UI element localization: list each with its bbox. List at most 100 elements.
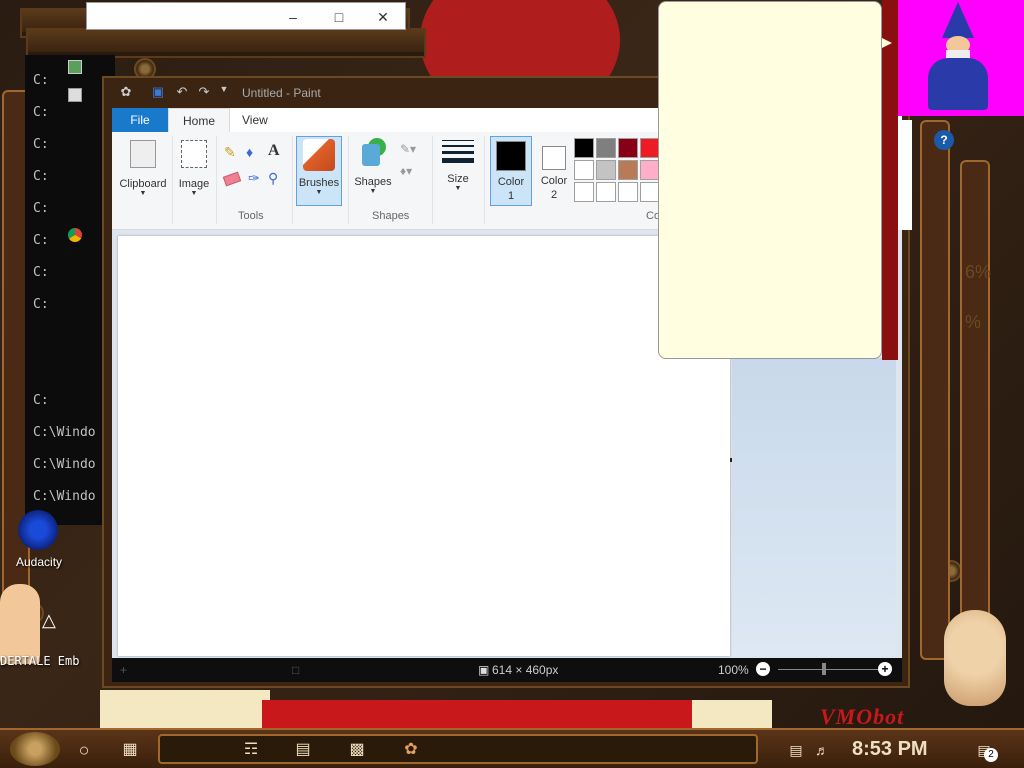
chevron-down-icon: ▼ xyxy=(454,185,462,192)
size-button[interactable]: Size ▼ xyxy=(438,136,478,206)
volume-muted-icon[interactable]: ♬ xyxy=(812,736,832,764)
maximize-icon[interactable]: □ xyxy=(331,9,347,25)
ribbon-separator xyxy=(348,136,349,224)
audacity-icon[interactable] xyxy=(18,510,58,550)
palette-color-swatch[interactable] xyxy=(596,138,616,158)
decorative-rail xyxy=(920,120,950,660)
decorative-rail xyxy=(960,160,990,660)
background-window-panel xyxy=(732,358,896,656)
chevron-down-icon[interactable]: ▼ xyxy=(216,84,232,100)
tab-home[interactable]: Home xyxy=(168,108,231,132)
taskbar-clock[interactable]: 8:53 PM xyxy=(852,738,928,761)
palette-color-swatch[interactable] xyxy=(574,182,594,202)
image-button[interactable]: Image ▼ xyxy=(174,136,214,206)
tools-group-label: Tools xyxy=(238,210,264,222)
fill-shape-icon[interactable]: ♦▾ xyxy=(400,164,412,178)
clipboard-button[interactable]: Clipboard ▼ xyxy=(116,136,170,206)
hamster-image xyxy=(944,610,1006,706)
picture-icon[interactable]: ▩ xyxy=(344,736,370,764)
cmd-line: C: xyxy=(33,137,49,152)
size-icon xyxy=(442,140,474,163)
outline-icon[interactable]: ✎▾ xyxy=(400,142,416,156)
ribbon-separator xyxy=(292,136,293,224)
palette-color-swatch[interactable] xyxy=(640,138,660,158)
shapes-button[interactable]: Shapes ▼ xyxy=(350,136,396,206)
palette-color-swatch[interactable] xyxy=(640,182,660,202)
palette-color-swatch[interactable] xyxy=(596,160,616,180)
wizard-hat xyxy=(942,2,974,38)
chevron-down-icon: ▼ xyxy=(139,190,147,197)
palette-color-swatch[interactable] xyxy=(596,182,616,202)
undo-icon[interactable]: ↶ xyxy=(174,84,190,100)
palette-color-swatch[interactable] xyxy=(640,160,660,180)
percent-text: % xyxy=(965,312,982,332)
palette-color-swatch[interactable] xyxy=(618,182,638,202)
text-icon[interactable]: A xyxy=(268,142,284,159)
assistant-speech-balloon xyxy=(658,1,882,359)
background-cream-shape xyxy=(100,690,270,728)
stacked-window[interactable] xyxy=(26,28,426,58)
size-label: Size xyxy=(447,173,469,185)
zoom-in-button[interactable]: + xyxy=(878,662,892,676)
cmd-line: C:\Windo xyxy=(33,425,96,440)
palette-color-swatch[interactable] xyxy=(618,138,638,158)
start-button[interactable] xyxy=(10,732,60,766)
color2-button[interactable]: Color 2 xyxy=(534,136,574,206)
save-icon[interactable]: ▣ xyxy=(150,84,166,100)
network-icon[interactable]: ▤ xyxy=(786,736,806,764)
paint-app-icon: ✿ xyxy=(120,84,132,99)
palette-color-swatch[interactable] xyxy=(574,160,594,180)
background-window-edge xyxy=(896,120,912,230)
color1-button[interactable]: Color 1 xyxy=(490,136,532,206)
background-window-titlebar[interactable]: – □ ✕ xyxy=(86,2,406,30)
minimize-icon[interactable]: – xyxy=(285,9,301,25)
background-red-strip xyxy=(882,0,898,360)
chevron-down-icon: ▼ xyxy=(315,189,323,196)
calculator-icon[interactable] xyxy=(68,88,82,102)
zoom-out-button[interactable]: − xyxy=(756,662,770,676)
cmd-line: C: xyxy=(33,105,49,120)
zoom-slider[interactable] xyxy=(778,669,878,670)
color-palette xyxy=(574,138,664,204)
shapes-icon xyxy=(358,138,388,168)
window-title: Untitled - Paint xyxy=(242,86,321,100)
canvas-size-icon: ▣ xyxy=(478,663,490,677)
zoom-slider-thumb[interactable] xyxy=(822,663,826,675)
ribbon-separator xyxy=(432,136,433,224)
eraser-icon[interactable] xyxy=(222,171,242,187)
color1-label: Color 1 xyxy=(497,176,525,202)
balloon-pointer xyxy=(882,38,892,48)
explorer-icon[interactable]: ☶ xyxy=(238,736,264,764)
selection-size-icon: □ xyxy=(292,663,300,677)
wizard-assistant[interactable] xyxy=(898,0,1024,116)
color-picker-icon[interactable]: ✑ xyxy=(248,170,264,186)
help-icon[interactable]: ? xyxy=(934,130,954,150)
wordpad-icon[interactable]: ▤ xyxy=(290,736,316,764)
image-icon[interactable] xyxy=(68,60,82,74)
unity-icon[interactable]: △ xyxy=(42,610,60,632)
clipboard-label: Clipboard xyxy=(119,178,167,190)
tab-file[interactable]: File xyxy=(112,108,168,132)
brushes-button[interactable]: Brushes ▼ xyxy=(296,136,342,206)
cmd-line: C: xyxy=(33,265,49,280)
magnifier-icon[interactable]: ⚲ xyxy=(268,170,284,186)
palette-color-swatch[interactable] xyxy=(618,160,638,180)
ribbon-separator xyxy=(172,136,173,224)
close-icon[interactable]: ✕ xyxy=(375,9,391,25)
fill-icon[interactable]: ♦ xyxy=(246,144,262,160)
cmd-line: C:\Windo xyxy=(33,489,96,504)
pencil-icon[interactable]: ✎ xyxy=(224,144,240,160)
paint-taskbar-icon[interactable]: ✿ xyxy=(398,736,424,764)
task-view-icon[interactable]: ▦ xyxy=(116,736,144,764)
tab-view[interactable]: View xyxy=(228,108,282,132)
redo-icon[interactable]: ↷ xyxy=(196,84,212,100)
audacity-label[interactable]: Audacity xyxy=(16,555,62,569)
undertale-label[interactable]: DERTALE Emb xyxy=(0,654,79,668)
chrome-icon[interactable] xyxy=(68,228,82,242)
search-icon[interactable]: ○ xyxy=(70,736,98,764)
drawing-canvas[interactable] xyxy=(118,236,730,656)
palette-color-swatch[interactable] xyxy=(574,138,594,158)
chevron-down-icon: ▼ xyxy=(190,190,198,197)
cmd-line: C:\Windo xyxy=(33,457,96,472)
zoom-level: 100% xyxy=(718,663,749,677)
